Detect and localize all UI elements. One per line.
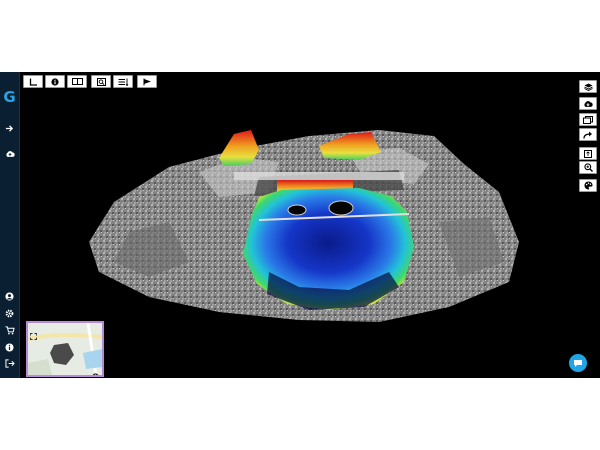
- zoom-box-icon[interactable]: [91, 75, 111, 88]
- share-icon[interactable]: [579, 128, 597, 141]
- flag-icon[interactable]: [137, 75, 157, 88]
- layers-icon[interactable]: [579, 80, 597, 93]
- zoom-icon[interactable]: [579, 161, 597, 174]
- info-icon[interactable]: [92, 365, 99, 375]
- tank-right: [328, 200, 354, 216]
- cart-icon[interactable]: [2, 326, 17, 339]
- arrow-right-icon[interactable]: [2, 124, 17, 137]
- gallery-icon[interactable]: [579, 113, 597, 126]
- cloud-download-icon[interactable]: [579, 97, 597, 110]
- left-sidebar: G: [0, 72, 20, 378]
- info-icon[interactable]: [2, 343, 17, 356]
- gear-icon[interactable]: [2, 309, 17, 322]
- palette-icon[interactable]: [579, 179, 597, 192]
- list-settings-icon[interactable]: [113, 75, 133, 88]
- expand-icon[interactable]: [30, 325, 37, 344]
- measure-angle-icon[interactable]: [23, 75, 43, 88]
- user-icon[interactable]: [2, 292, 17, 305]
- split-view-icon[interactable]: [67, 75, 87, 88]
- chat-icon: [574, 359, 582, 367]
- app-logo: G: [3, 88, 16, 106]
- minimap[interactable]: [26, 321, 104, 377]
- tank-left: [287, 204, 307, 216]
- viewer-app: G: [0, 72, 600, 378]
- chat-button[interactable]: [569, 354, 587, 372]
- logout-icon[interactable]: [2, 359, 17, 372]
- fit-view-icon[interactable]: [579, 147, 597, 160]
- info-icon[interactable]: [45, 75, 65, 88]
- cloud-upload-icon[interactable]: [2, 150, 17, 163]
- point-cloud-viewport[interactable]: [19, 72, 600, 378]
